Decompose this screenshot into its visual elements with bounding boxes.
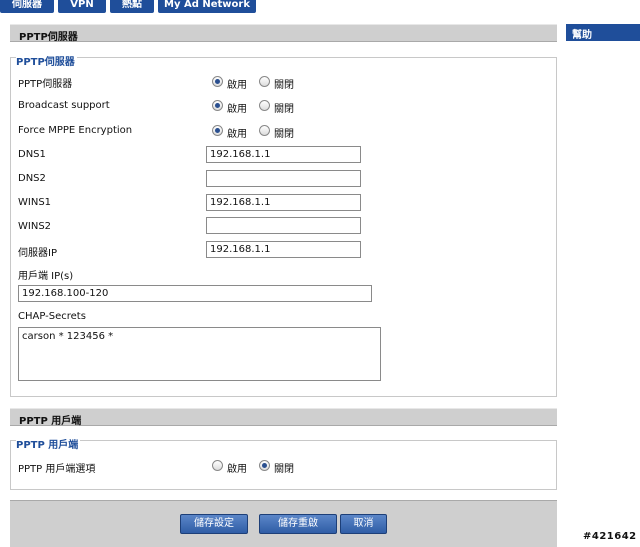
mppe-disable-radio[interactable] xyxy=(259,125,270,136)
pptp-server-disable-radio[interactable] xyxy=(259,76,270,87)
broadcast-enable-label: 啟用 xyxy=(227,104,247,115)
wins1-label: WINS1 xyxy=(18,197,52,208)
mppe-enable-radio[interactable] xyxy=(212,125,223,136)
tab-hotspot[interactable]: 熱點 xyxy=(110,0,154,13)
tab-server[interactable]: 伺服器 xyxy=(0,0,54,13)
chap-secrets-textarea[interactable]: carson * 123456 * xyxy=(18,327,381,381)
top-tabs: 伺服器 VPN 熱點 My Ad Network xyxy=(0,0,640,13)
broadcast-enable-radio[interactable] xyxy=(212,100,223,111)
pptp-server-enable-label: 啟用 xyxy=(227,80,247,91)
broadcast-disable-radio[interactable] xyxy=(259,100,270,111)
dns2-input[interactable] xyxy=(206,170,361,187)
wins2-input[interactable] xyxy=(206,217,361,234)
broadcast-disable-label: 關閉 xyxy=(274,104,294,115)
pptp-client-section-title: PPTP 用戶端 xyxy=(19,416,82,427)
server-ip-input[interactable]: 192.168.1.1 xyxy=(206,241,361,258)
pptp-server-section-header: PPTP伺服器 xyxy=(10,24,557,43)
dns2-label: DNS2 xyxy=(18,173,46,184)
pptp-client-section-header: PPTP 用戶端 xyxy=(10,408,557,427)
dns1-input[interactable]: 192.168.1.1 xyxy=(206,146,361,163)
tab-vpn[interactable]: VPN xyxy=(58,0,106,13)
wins1-input[interactable]: 192.168.1.1 xyxy=(206,194,361,211)
client-ips-label: 用戶端 IP(s) xyxy=(18,271,74,282)
mppe-disable-label: 關閉 xyxy=(274,129,294,140)
button-bar: 儲存設定 儲存重啟 取消 xyxy=(10,500,557,547)
force-mppe-label: Force MPPE Encryption xyxy=(18,125,133,136)
help-title: 幫助 xyxy=(572,30,592,41)
help-header: 幫助 xyxy=(566,24,640,41)
pptp-client-legend: PPTP 用戶端 xyxy=(16,436,81,451)
pptp-server-enable-radio[interactable] xyxy=(212,76,223,87)
cancel-button[interactable]: 取消 xyxy=(340,514,387,534)
pptp-client-option-label: PPTP 用戶端選項 xyxy=(18,464,96,475)
client-ips-input[interactable]: 192.168.100-120 xyxy=(18,285,372,302)
pptp-client-disable-label: 關閉 xyxy=(274,464,294,475)
watermark: #421642 xyxy=(583,531,637,542)
mppe-enable-label: 啟用 xyxy=(227,129,247,140)
pptp-client-enable-radio[interactable] xyxy=(212,460,223,471)
chap-secrets-label: CHAP-Secrets xyxy=(18,311,86,322)
wins2-label: WINS2 xyxy=(18,221,52,232)
pptp-client-disable-radio[interactable] xyxy=(259,460,270,471)
broadcast-support-label: Broadcast support xyxy=(18,100,110,111)
pptp-server-section-title: PPTP伺服器 xyxy=(19,32,78,43)
pptp-server-disable-label: 關閉 xyxy=(274,80,294,91)
pptp-server-label: PPTP伺服器 xyxy=(18,79,73,90)
tab-my-ad-network[interactable]: My Ad Network xyxy=(158,0,256,13)
pptp-server-legend: PPTP伺服器 xyxy=(16,53,77,68)
pptp-client-enable-label: 啟用 xyxy=(227,464,247,475)
save-settings-button[interactable]: 儲存設定 xyxy=(180,514,248,534)
save-restart-button[interactable]: 儲存重啟 xyxy=(259,514,337,534)
dns1-label: DNS1 xyxy=(18,149,46,160)
server-ip-label: 伺服器IP xyxy=(18,248,57,259)
